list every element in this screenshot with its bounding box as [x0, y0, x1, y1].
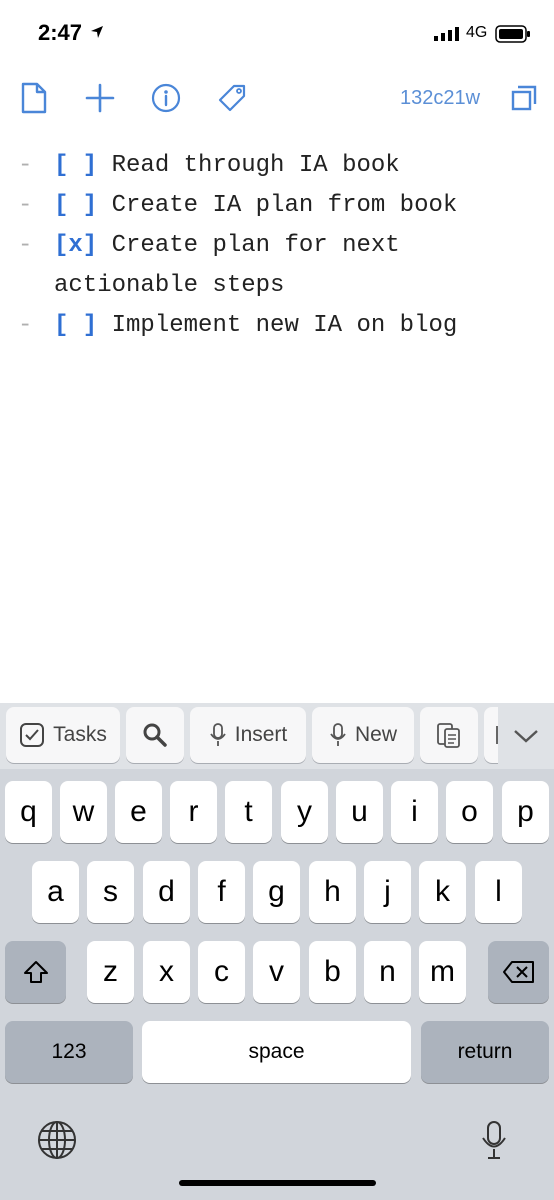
task-checkbox[interactable]: [ ]: [54, 152, 97, 179]
return-key[interactable]: return: [421, 1021, 549, 1083]
paste-button[interactable]: [420, 707, 478, 763]
key-w[interactable]: w: [60, 781, 107, 843]
plus-icon[interactable]: [80, 78, 120, 118]
list-dash: -: [18, 192, 33, 219]
space-key[interactable]: space: [142, 1021, 411, 1083]
key-i[interactable]: i: [391, 781, 438, 843]
key-x[interactable]: x: [143, 941, 190, 1003]
key-r[interactable]: r: [170, 781, 217, 843]
status-time: 2:47: [38, 20, 83, 45]
microphone-icon: [330, 723, 346, 746]
task-checkbox[interactable]: [ ]: [54, 192, 97, 219]
document-icon[interactable]: [14, 78, 54, 118]
key-o[interactable]: o: [446, 781, 493, 843]
key-f[interactable]: f: [198, 861, 245, 923]
key-u[interactable]: u: [336, 781, 383, 843]
key-z[interactable]: z: [87, 941, 134, 1003]
task-line[interactable]: - [ ] Implement new IA on blog: [0, 306, 554, 346]
insert-dictation-button[interactable]: Insert: [190, 707, 306, 763]
task-text: Create plan for next actionable steps: [54, 232, 400, 299]
keyboard: Tasks Insert New q w e r t y u i o p a s…: [0, 703, 554, 1200]
key-t[interactable]: t: [225, 781, 272, 843]
dictation-microphone-icon[interactable]: [480, 1119, 510, 1163]
task-line[interactable]: - [ ] Read through IA book: [0, 146, 554, 186]
cellular-signal-icon: [434, 27, 460, 46]
shift-key[interactable]: [5, 941, 66, 1003]
collapse-keyboard-button[interactable]: [498, 703, 554, 769]
task-text: Create IA plan from book: [111, 192, 458, 219]
checkbox-icon: [20, 723, 45, 747]
key-y[interactable]: y: [281, 781, 328, 843]
key-a[interactable]: a: [32, 861, 79, 923]
task-checkbox[interactable]: [ ]: [54, 312, 97, 339]
clipboard-icon: [437, 723, 460, 748]
search-icon: [143, 723, 167, 747]
list-dash: -: [18, 152, 33, 179]
keyboard-accessory-bar: Tasks Insert New: [0, 703, 554, 769]
search-button[interactable]: [126, 707, 184, 763]
insert-label: Insert: [234, 723, 288, 746]
task-line[interactable]: - [x] Create plan for next actionable st…: [0, 226, 554, 306]
key-m[interactable]: m: [419, 941, 466, 1003]
key-n[interactable]: n: [364, 941, 411, 1003]
key-l[interactable]: l: [475, 861, 522, 923]
numbers-key[interactable]: 123: [5, 1021, 133, 1083]
key-b[interactable]: b: [309, 941, 356, 1003]
list-dash: -: [18, 232, 33, 259]
home-indicator[interactable]: [179, 1180, 376, 1186]
task-checkbox[interactable]: [x]: [54, 232, 97, 259]
tag-icon[interactable]: [212, 78, 252, 118]
network-type: 4G: [466, 24, 488, 41]
key-k[interactable]: k: [419, 861, 466, 923]
key-v[interactable]: v: [253, 941, 300, 1003]
task-text: Read through IA book: [111, 152, 400, 179]
expand-icon[interactable]: [504, 78, 544, 118]
backspace-icon: [502, 961, 534, 983]
location-arrow-icon: [90, 25, 104, 44]
battery-icon: [495, 25, 531, 48]
editor-toolbar: 132c21w: [0, 78, 554, 122]
key-q[interactable]: q: [5, 781, 52, 843]
note-editor[interactable]: - [ ] Read through IA book - [ ] Create …: [0, 146, 554, 346]
task-text: Implement new IA on blog: [111, 312, 458, 339]
document-id[interactable]: 132c21w: [400, 87, 480, 110]
key-p[interactable]: p: [502, 781, 549, 843]
key-h[interactable]: h: [309, 861, 356, 923]
key-c[interactable]: c: [198, 941, 245, 1003]
chevron-down-icon: [514, 730, 538, 743]
new-dictation-button[interactable]: New: [312, 707, 414, 763]
task-line[interactable]: - [ ] Create IA plan from book: [0, 186, 554, 226]
key-d[interactable]: d: [143, 861, 190, 923]
microphone-icon: [209, 723, 226, 746]
info-icon[interactable]: [146, 78, 186, 118]
new-label: New: [354, 723, 397, 746]
list-dash: -: [18, 312, 33, 339]
shift-icon: [23, 961, 48, 983]
key-j[interactable]: j: [364, 861, 411, 923]
key-s[interactable]: s: [87, 861, 134, 923]
key-e[interactable]: e: [115, 781, 162, 843]
delete-key[interactable]: [488, 941, 549, 1003]
status-bar: 2:47 4G: [0, 0, 554, 70]
tasks-label: Tasks: [53, 723, 107, 746]
globe-icon[interactable]: [36, 1119, 80, 1163]
tasks-button[interactable]: Tasks: [6, 707, 120, 763]
key-g[interactable]: g: [253, 861, 300, 923]
